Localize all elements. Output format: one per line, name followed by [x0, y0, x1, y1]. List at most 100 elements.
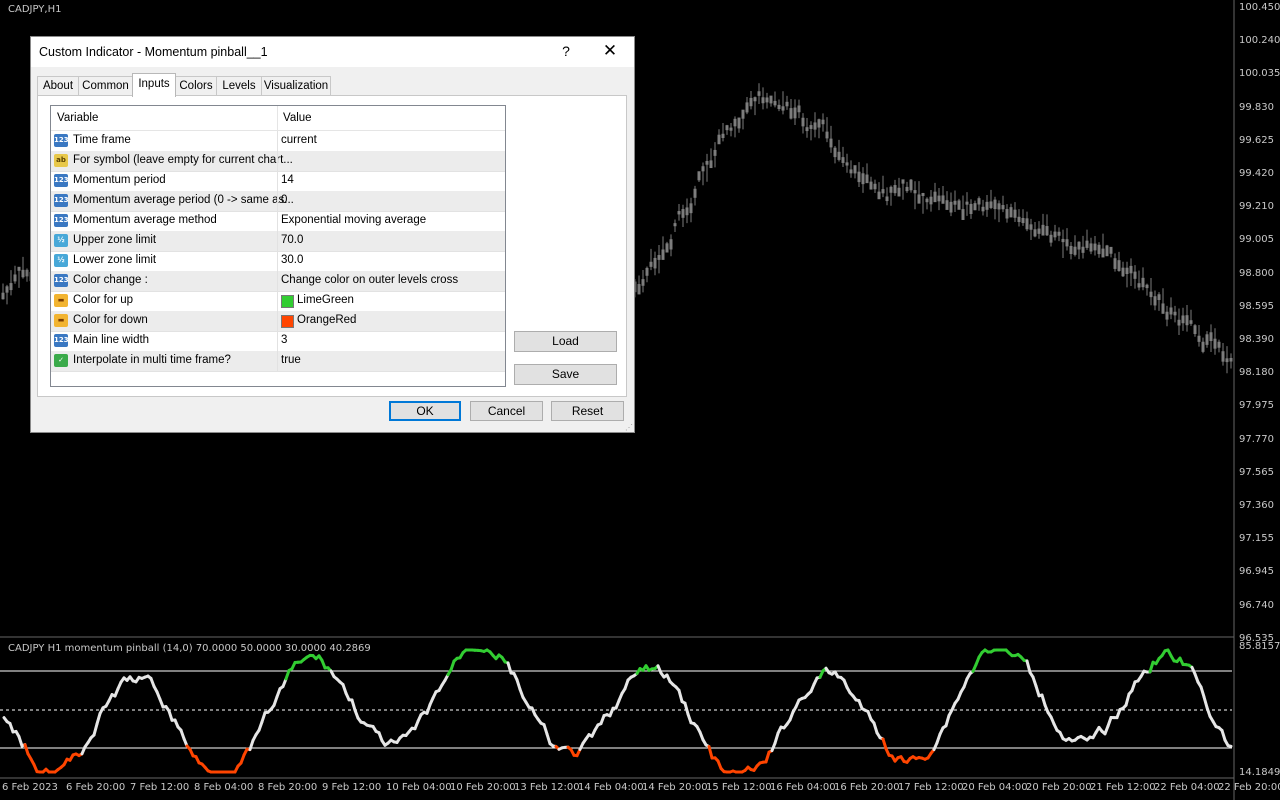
color-icon: ▬	[54, 314, 68, 327]
candle-body	[973, 203, 977, 211]
param-variable: Interpolate in multi time frame?	[73, 354, 231, 366]
custom-indicator-dialog: Custom Indicator - Momentum pinball__1 ?…	[30, 36, 635, 433]
param-value[interactable]: Exponential moving average	[281, 214, 426, 226]
color-swatch[interactable]	[281, 315, 294, 328]
param-row-interpolate[interactable]: ✓ Interpolate in multi time frame? true	[51, 351, 505, 372]
candle-body	[1101, 248, 1105, 258]
candle-body	[729, 127, 733, 131]
inputs-grid[interactable]: Variable Value 123 Time frame current ab…	[50, 105, 506, 387]
tab-visualization[interactable]: Visualization	[261, 76, 331, 96]
indicator-line-segment	[350, 698, 357, 712]
chart-symbol-title: CADJPY,H1	[8, 4, 62, 15]
candle-body	[17, 266, 21, 271]
param-row-momentum-average-period[interactable]: 123 Momentum average period (0 -> same a…	[51, 191, 505, 212]
candle-body	[1213, 338, 1217, 349]
candle-body	[725, 125, 729, 131]
param-row-color-for-down[interactable]: ▬ Color for down OrangeRed	[51, 311, 505, 332]
tab-about[interactable]: About	[37, 76, 79, 96]
time-label: 14 Feb 04:00	[578, 782, 644, 793]
candle-body	[1185, 315, 1189, 326]
param-row-color-for-up[interactable]: ▬ Color for up LimeGreen	[51, 291, 505, 312]
param-value[interactable]: true	[281, 354, 301, 366]
candle-body	[1097, 244, 1101, 255]
candle-body	[849, 169, 853, 174]
candle-body	[741, 109, 745, 119]
param-row-momentum-period[interactable]: 123 Momentum period 14	[51, 171, 505, 192]
param-row-main-line-width[interactable]: 123 Main line width 3	[51, 331, 505, 352]
resize-grip-icon[interactable]: ⋰	[625, 423, 633, 432]
candle-body	[809, 125, 813, 129]
color-swatch[interactable]	[281, 295, 294, 308]
candle-body	[717, 134, 721, 145]
cancel-button[interactable]: Cancel	[470, 401, 543, 421]
color-icon: ▬	[54, 294, 68, 307]
param-value[interactable]: current	[281, 134, 317, 146]
candle-body	[1069, 245, 1073, 255]
cell-divider	[277, 251, 278, 271]
load-button[interactable]: Load	[514, 331, 617, 352]
candle-body	[649, 261, 653, 267]
ok-button[interactable]: OK	[389, 401, 461, 421]
int-icon: 123	[54, 334, 69, 347]
candle-body	[1121, 267, 1125, 277]
indicator-line-segment	[683, 701, 690, 716]
tab-levels[interactable]: Levels	[216, 76, 262, 96]
indicator-line-segment	[773, 731, 780, 745]
param-value[interactable]: Change color on outer levels cross	[281, 274, 458, 286]
param-value[interactable]: 3	[281, 334, 287, 346]
candle-body	[829, 138, 833, 148]
candle-body	[789, 108, 793, 119]
candle-body	[861, 173, 865, 185]
candle-body	[689, 203, 693, 214]
dialog-titlebar[interactable]: Custom Indicator - Momentum pinball__1 ?…	[31, 37, 634, 67]
candle-body	[745, 102, 749, 113]
candle-body	[881, 189, 885, 194]
param-row-upper-zone-limit[interactable]: ½ Upper zone limit 70.0	[51, 231, 505, 252]
tab-inputs[interactable]: Inputs	[132, 73, 176, 97]
close-icon[interactable]: ✕	[601, 41, 619, 61]
help-button[interactable]: ?	[559, 43, 573, 59]
candle-body	[989, 201, 993, 208]
candle-body	[1089, 243, 1093, 252]
save-button[interactable]: Save	[514, 364, 617, 385]
candle-body	[845, 162, 849, 166]
candle-body	[925, 198, 929, 203]
param-row-lower-zone-limit[interactable]: ½ Lower zone limit 30.0	[51, 251, 505, 272]
candle-body	[753, 97, 757, 102]
param-row-time-frame[interactable]: 123 Time frame current	[51, 131, 505, 152]
param-value[interactable]: 30.0	[281, 254, 303, 266]
candle-body	[1149, 291, 1153, 298]
time-label: 16 Feb 04:00	[770, 782, 836, 793]
candle-body	[885, 196, 889, 202]
candle-body	[1053, 231, 1057, 238]
indicator-line-segment	[545, 732, 552, 746]
candle-body	[1025, 218, 1029, 230]
candle-body	[1225, 358, 1229, 363]
candle-body	[981, 206, 985, 212]
param-value[interactable]: OrangeRed	[297, 314, 356, 326]
tab-colors[interactable]: Colors	[175, 76, 217, 96]
param-row-momentum-average-method[interactable]: 123 Momentum average method Exponential …	[51, 211, 505, 232]
reset-button[interactable]: Reset	[551, 401, 624, 421]
param-row-for-symbol[interactable]: ab For symbol (leave empty for current c…	[51, 151, 505, 172]
candle-body	[793, 107, 797, 119]
param-value[interactable]: LimeGreen	[297, 294, 354, 306]
value-column-header[interactable]: Value	[283, 112, 312, 124]
price-label: 99.210	[1239, 201, 1274, 213]
param-value[interactable]: 0	[281, 194, 287, 206]
tab-common[interactable]: Common	[78, 76, 133, 96]
param-value[interactable]: 70.0	[281, 234, 303, 246]
candle-body	[889, 186, 893, 193]
time-label: 8 Feb 20:00	[258, 782, 318, 793]
bool-icon: ✓	[54, 354, 68, 367]
param-row-color-change[interactable]: 123 Color change : Change color on outer…	[51, 271, 505, 292]
candle-body	[1033, 229, 1037, 237]
candle-body	[765, 97, 769, 103]
variable-column-header[interactable]: Variable	[57, 112, 98, 124]
cell-divider	[277, 231, 278, 251]
header-divider	[277, 106, 278, 130]
indicator-line-segment	[95, 712, 102, 726]
candle-body	[921, 193, 925, 197]
param-value[interactable]: 14	[281, 174, 294, 186]
indicator-line-segment	[1040, 693, 1047, 707]
